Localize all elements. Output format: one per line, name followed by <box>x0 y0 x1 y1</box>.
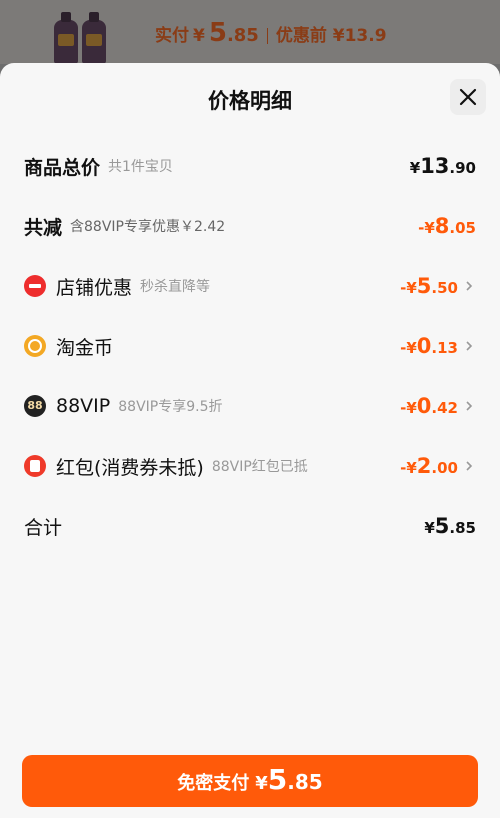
pay-button-int: 5 <box>267 763 288 796</box>
row-amount: ¥5.85 <box>424 514 476 538</box>
row-taojinbi[interactable]: 淘金币 -¥ 0.13 <box>24 331 476 361</box>
row-total-price: 商品总价 共1件宝贝 ¥13.90 <box>24 151 476 181</box>
pay-amount-int: 5 <box>208 18 227 48</box>
amount-dec: .00 <box>431 459 458 477</box>
amount-dec: .42 <box>431 399 458 417</box>
product-thumbnail <box>50 12 110 64</box>
amount-currency: ¥ <box>409 159 421 177</box>
row-label: 合计 <box>24 516 63 539</box>
divider <box>266 28 268 44</box>
row-desc: 88VIP专享9.5折 <box>118 399 223 415</box>
pay-button-label: 免密支付 <box>177 773 250 794</box>
chevron-right-icon <box>466 281 473 291</box>
pay-label: 实付 <box>155 26 189 46</box>
amount-int: 8 <box>434 214 450 238</box>
row-label: 88VIP <box>56 395 111 417</box>
amount-int: 13 <box>420 154 450 178</box>
password-free-pay-button[interactable]: 免密支付 ¥ 5 .85 <box>22 755 478 807</box>
amount-int: 0 <box>416 334 432 358</box>
row-label: 商品总价 <box>24 156 101 179</box>
row-label: 红包(消费券未抵) <box>56 456 204 479</box>
bottle-image <box>82 12 106 64</box>
amount-dec: .13 <box>431 339 458 357</box>
row-label: 淘金币 <box>56 336 114 359</box>
vip-badge-icon: 88 <box>24 395 46 417</box>
amount-currency: -¥ <box>400 399 417 417</box>
amount-int: 2 <box>416 454 432 478</box>
close-icon <box>459 88 477 106</box>
original-price: 优惠前 ¥13.9 <box>275 26 387 46</box>
row-total-reduction: 共减 含88VIP专享优惠￥2.42 -¥ 8.05 <box>24 211 476 241</box>
amount-dec: .85 <box>449 519 476 537</box>
amount-currency: -¥ <box>400 339 417 357</box>
row-88vip[interactable]: 88 88VIP 88VIP专享9.5折 -¥ 0.42 <box>24 391 476 421</box>
amount-currency: -¥ <box>400 279 417 297</box>
row-amount: -¥ 0.42 <box>400 394 458 418</box>
row-sum: 合计 ¥5.85 <box>24 511 476 541</box>
amount-int: 5 <box>416 274 432 298</box>
row-desc: 共1件宝贝 <box>108 159 173 175</box>
close-button[interactable] <box>450 79 486 115</box>
row-amount: ¥13.90 <box>410 154 476 178</box>
product-banner: 实付 ¥ 5 .85 优惠前 ¥13.9 <box>0 0 500 64</box>
amount-int: 5 <box>434 514 450 538</box>
row-amount: -¥ 2.00 <box>400 454 458 478</box>
banner-price: 实付 ¥ 5 .85 优惠前 ¥13.9 <box>155 18 387 54</box>
row-label: 共减 <box>24 216 63 239</box>
row-red-packet[interactable]: 红包(消费券未抵) 88VIP红包已抵 -¥ 2.00 <box>24 451 476 481</box>
bottle-image <box>54 12 78 64</box>
row-desc: 含88VIP专享优惠￥2.42 <box>70 219 226 235</box>
amount-currency: -¥ <box>418 219 435 237</box>
chevron-right-icon <box>466 341 473 351</box>
row-desc: 秒杀直降等 <box>140 279 211 295</box>
pay-button-currency: ¥ <box>255 773 268 794</box>
coin-icon <box>24 335 46 357</box>
amount-dec: .05 <box>449 219 476 237</box>
chevron-right-icon <box>466 401 473 411</box>
pay-button-dec: .85 <box>287 770 323 794</box>
red-packet-icon <box>24 455 46 477</box>
amount-dec: .90 <box>449 159 476 177</box>
row-amount: -¥ 8.05 <box>418 214 476 238</box>
row-desc: 88VIP红包已抵 <box>211 459 308 475</box>
amount-currency: ¥ <box>424 519 435 537</box>
row-label: 店铺优惠 <box>56 276 133 299</box>
currency-symbol: ¥ <box>193 26 205 46</box>
store-discount-icon <box>24 275 46 297</box>
row-amount: -¥ 0.13 <box>400 334 458 358</box>
pay-button-content: 免密支付 ¥ 5 .85 <box>177 763 322 796</box>
amount-currency: -¥ <box>400 459 417 477</box>
amount-int: 0 <box>416 394 432 418</box>
amount-dec: .50 <box>431 279 458 297</box>
row-store-discount[interactable]: 店铺优惠 秒杀直降等 -¥ 5.50 <box>24 271 476 301</box>
sheet-title: 价格明细 <box>208 89 292 113</box>
pay-amount-dec: .85 <box>226 25 259 46</box>
row-amount: -¥ 5.50 <box>400 274 458 298</box>
price-detail-sheet: 价格明细 商品总价 共1件宝贝 ¥13.90 共减 含88VIP专享优惠￥2.4… <box>0 63 500 818</box>
chevron-right-icon <box>466 461 473 471</box>
